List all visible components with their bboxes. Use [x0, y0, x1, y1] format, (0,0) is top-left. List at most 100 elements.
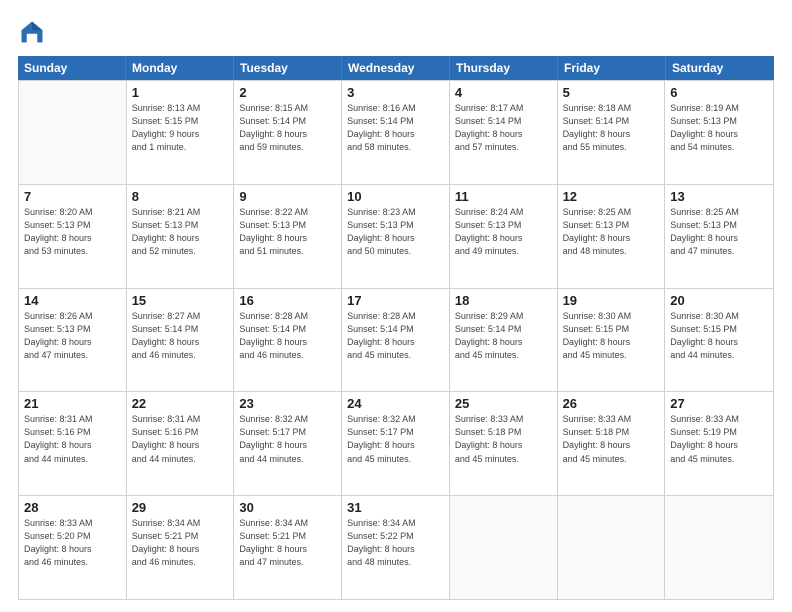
weekday-header-sunday: Sunday	[18, 56, 126, 80]
calendar-day-8: 8 Sunrise: 8:21 AMSunset: 5:13 PMDaylight…	[127, 185, 235, 288]
calendar-day-20: 20 Sunrise: 8:30 AMSunset: 5:15 PMDayligh…	[665, 289, 773, 392]
day-number: 22	[132, 396, 229, 411]
day-number: 10	[347, 189, 444, 204]
calendar-day-21: 21 Sunrise: 8:31 AMSunset: 5:16 PMDayligh…	[19, 392, 127, 495]
calendar-day-13: 13 Sunrise: 8:25 AMSunset: 5:13 PMDayligh…	[665, 185, 773, 288]
day-number: 14	[24, 293, 121, 308]
calendar-day-11: 11 Sunrise: 8:24 AMSunset: 5:13 PMDayligh…	[450, 185, 558, 288]
day-number: 31	[347, 500, 444, 515]
day-number: 8	[132, 189, 229, 204]
day-number: 11	[455, 189, 552, 204]
day-number: 12	[563, 189, 660, 204]
day-info: Sunrise: 8:30 AMSunset: 5:15 PMDaylight:…	[670, 310, 768, 362]
day-info: Sunrise: 8:18 AMSunset: 5:14 PMDaylight:…	[563, 102, 660, 154]
calendar-day-27: 27Sunrise: 8:33 AMSunset: 5:19 PMDayligh…	[665, 392, 773, 495]
calendar-day-empty	[558, 496, 666, 599]
calendar-body: 1 Sunrise: 8:13 AMSunset: 5:15 PMDaylight…	[18, 80, 774, 600]
calendar-day-1: 1 Sunrise: 8:13 AMSunset: 5:15 PMDaylight…	[127, 81, 235, 184]
day-info: Sunrise: 8:21 AMSunset: 5:13 PMDaylight:…	[132, 206, 229, 258]
calendar-day-18: 18 Sunrise: 8:29 AMSunset: 5:14 PMDayligh…	[450, 289, 558, 392]
calendar-week-2: 7 Sunrise: 8:20 AMSunset: 5:13 PMDaylight…	[19, 185, 773, 289]
day-number: 6	[670, 85, 768, 100]
calendar-day-empty	[450, 496, 558, 599]
day-info: Sunrise: 8:33 AMSunset: 5:19 PMDaylight:…	[670, 413, 768, 465]
day-number: 24	[347, 396, 444, 411]
calendar-day-6: 6 Sunrise: 8:19 AMSunset: 5:13 PMDaylight…	[665, 81, 773, 184]
day-info: Sunrise: 8:19 AMSunset: 5:13 PMDaylight:…	[670, 102, 768, 154]
calendar-day-26: 26 Sunrise: 8:33 AMSunset: 5:18 PMDayligh…	[558, 392, 666, 495]
day-number: 19	[563, 293, 660, 308]
calendar-day-15: 15 Sunrise: 8:27 AMSunset: 5:14 PMDayligh…	[127, 289, 235, 392]
calendar: SundayMondayTuesdayWednesdayThursdayFrid…	[18, 56, 774, 600]
calendar-week-3: 14 Sunrise: 8:26 AMSunset: 5:13 PMDayligh…	[19, 289, 773, 393]
day-number: 13	[670, 189, 768, 204]
day-info: Sunrise: 8:32 AMSunset: 5:17 PMDaylight:…	[347, 413, 444, 465]
day-info: Sunrise: 8:23 AMSunset: 5:13 PMDaylight:…	[347, 206, 444, 258]
day-info: Sunrise: 8:13 AMSunset: 5:15 PMDaylight:…	[132, 102, 229, 154]
day-info: Sunrise: 8:31 AMSunset: 5:16 PMDaylight:…	[132, 413, 229, 465]
day-number: 20	[670, 293, 768, 308]
calendar-day-25: 25 Sunrise: 8:33 AMSunset: 5:18 PMDayligh…	[450, 392, 558, 495]
day-number: 7	[24, 189, 121, 204]
day-info: Sunrise: 8:33 AMSunset: 5:18 PMDaylight:…	[455, 413, 552, 465]
day-info: Sunrise: 8:34 AMSunset: 5:21 PMDaylight:…	[132, 517, 229, 569]
calendar-day-30: 30Sunrise: 8:34 AMSunset: 5:21 PMDayligh…	[234, 496, 342, 599]
day-info: Sunrise: 8:28 AMSunset: 5:14 PMDaylight:…	[347, 310, 444, 362]
day-info: Sunrise: 8:33 AMSunset: 5:18 PMDaylight:…	[563, 413, 660, 465]
weekday-header-saturday: Saturday	[666, 56, 774, 80]
calendar-day-3: 3 Sunrise: 8:16 AMSunset: 5:14 PMDaylight…	[342, 81, 450, 184]
calendar-day-2: 2 Sunrise: 8:15 AMSunset: 5:14 PMDaylight…	[234, 81, 342, 184]
day-info: Sunrise: 8:34 AMSunset: 5:22 PMDaylight:…	[347, 517, 444, 569]
weekday-header-thursday: Thursday	[450, 56, 558, 80]
calendar-day-22: 22 Sunrise: 8:31 AMSunset: 5:16 PMDayligh…	[127, 392, 235, 495]
day-info: Sunrise: 8:29 AMSunset: 5:14 PMDaylight:…	[455, 310, 552, 362]
calendar-day-29: 29 Sunrise: 8:34 AMSunset: 5:21 PMDayligh…	[127, 496, 235, 599]
day-info: Sunrise: 8:33 AMSunset: 5:20 PMDaylight:…	[24, 517, 121, 569]
calendar-day-7: 7 Sunrise: 8:20 AMSunset: 5:13 PMDaylight…	[19, 185, 127, 288]
weekday-header-tuesday: Tuesday	[234, 56, 342, 80]
logo-icon	[18, 18, 46, 46]
day-number: 25	[455, 396, 552, 411]
calendar-week-4: 21 Sunrise: 8:31 AMSunset: 5:16 PMDayligh…	[19, 392, 773, 496]
day-number: 15	[132, 293, 229, 308]
day-number: 23	[239, 396, 336, 411]
day-info: Sunrise: 8:20 AMSunset: 5:13 PMDaylight:…	[24, 206, 121, 258]
calendar-day-19: 19Sunrise: 8:30 AMSunset: 5:15 PMDayligh…	[558, 289, 666, 392]
calendar-day-28: 28 Sunrise: 8:33 AMSunset: 5:20 PMDayligh…	[19, 496, 127, 599]
day-info: Sunrise: 8:28 AMSunset: 5:14 PMDaylight:…	[239, 310, 336, 362]
calendar-week-1: 1 Sunrise: 8:13 AMSunset: 5:15 PMDaylight…	[19, 80, 773, 185]
day-info: Sunrise: 8:16 AMSunset: 5:14 PMDaylight:…	[347, 102, 444, 154]
calendar-day-14: 14 Sunrise: 8:26 AMSunset: 5:13 PMDayligh…	[19, 289, 127, 392]
day-info: Sunrise: 8:25 AMSunset: 5:13 PMDaylight:…	[670, 206, 768, 258]
day-info: Sunrise: 8:24 AMSunset: 5:13 PMDaylight:…	[455, 206, 552, 258]
day-number: 17	[347, 293, 444, 308]
calendar-day-empty	[19, 81, 127, 184]
logo	[18, 18, 50, 46]
calendar-day-16: 16Sunrise: 8:28 AMSunset: 5:14 PMDayligh…	[234, 289, 342, 392]
day-info: Sunrise: 8:26 AMSunset: 5:13 PMDaylight:…	[24, 310, 121, 362]
day-number: 2	[239, 85, 336, 100]
calendar-day-23: 23Sunrise: 8:32 AMSunset: 5:17 PMDayligh…	[234, 392, 342, 495]
weekday-header-friday: Friday	[558, 56, 666, 80]
day-number: 1	[132, 85, 229, 100]
calendar-day-empty	[665, 496, 773, 599]
calendar-day-10: 10 Sunrise: 8:23 AMSunset: 5:13 PMDayligh…	[342, 185, 450, 288]
day-number: 26	[563, 396, 660, 411]
calendar-day-31: 31 Sunrise: 8:34 AMSunset: 5:22 PMDayligh…	[342, 496, 450, 599]
day-info: Sunrise: 8:17 AMSunset: 5:14 PMDaylight:…	[455, 102, 552, 154]
calendar-day-17: 17 Sunrise: 8:28 AMSunset: 5:14 PMDayligh…	[342, 289, 450, 392]
day-info: Sunrise: 8:31 AMSunset: 5:16 PMDaylight:…	[24, 413, 121, 465]
page: SundayMondayTuesdayWednesdayThursdayFrid…	[0, 0, 792, 612]
calendar-day-12: 12 Sunrise: 8:25 AMSunset: 5:13 PMDayligh…	[558, 185, 666, 288]
day-number: 29	[132, 500, 229, 515]
header	[18, 18, 774, 46]
day-number: 3	[347, 85, 444, 100]
day-info: Sunrise: 8:25 AMSunset: 5:13 PMDaylight:…	[563, 206, 660, 258]
calendar-day-4: 4Sunrise: 8:17 AMSunset: 5:14 PMDaylight…	[450, 81, 558, 184]
day-number: 28	[24, 500, 121, 515]
day-number: 21	[24, 396, 121, 411]
day-number: 18	[455, 293, 552, 308]
day-info: Sunrise: 8:15 AMSunset: 5:14 PMDaylight:…	[239, 102, 336, 154]
calendar-day-24: 24 Sunrise: 8:32 AMSunset: 5:17 PMDayligh…	[342, 392, 450, 495]
day-info: Sunrise: 8:27 AMSunset: 5:14 PMDaylight:…	[132, 310, 229, 362]
